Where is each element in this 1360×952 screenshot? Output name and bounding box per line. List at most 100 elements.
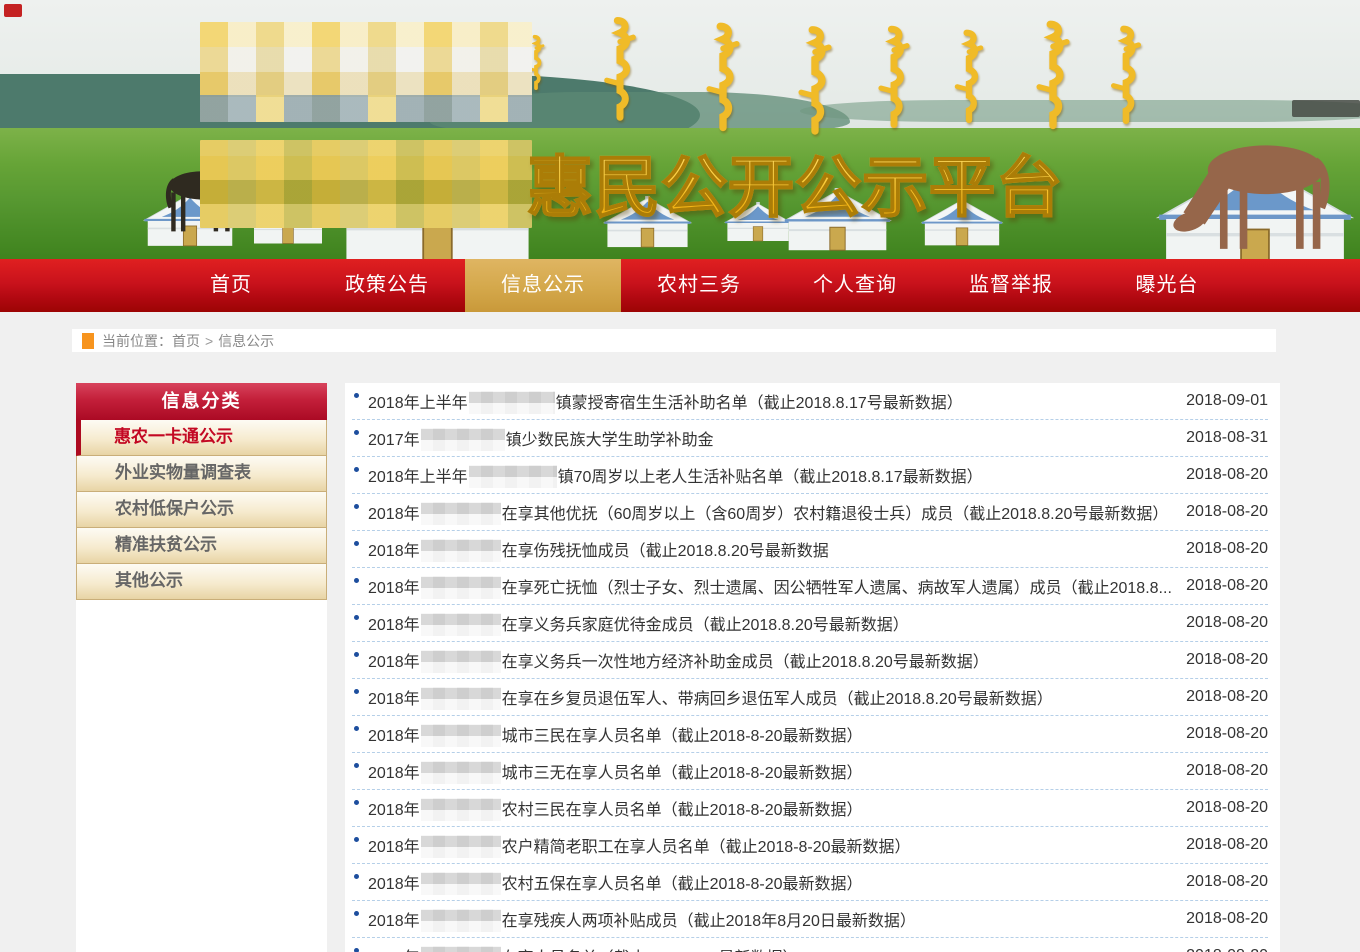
bullet-icon [354,911,359,916]
announcement-date: 2018-08-20 [1186,947,1268,952]
bullet-icon [354,393,359,398]
announcement-link[interactable]: 2018年在享在乡复员退伍军人、带病回乡退伍军人成员（截止2018.8.20号最… [368,685,1172,710]
mongolian-script-icon [700,20,746,132]
announcement-link[interactable]: 2018年农村三民在享人员名单（截止2018-8-20最新数据） [368,796,1172,821]
sidebar-item[interactable]: 其他公示 [76,564,327,600]
announcement-date: 2018-08-20 [1186,725,1268,743]
announcement-date: 2018-08-20 [1186,503,1268,521]
site-title: 惠民公开公示平台 [527,134,1063,230]
censored-text-block [421,650,501,673]
nav-tab-首页[interactable]: 首页 [153,259,309,312]
list-item: 2018年农村五保在享人员名单（截止2018-8-20最新数据） 2018-08… [352,864,1268,901]
horse-icon [1158,118,1358,258]
announcement-link[interactable]: 2018年在享伤残抚恤成员（截止2018.8.20号最新数据 [368,537,1172,562]
main-nav: 首页政策公告信息公示农村三务个人查询监督举报曝光台 [0,259,1360,312]
sidebar-item[interactable]: 外业实物量调查表 [76,456,327,492]
list-item: 2018年在享在乡复员退伍军人、带病回乡退伍军人成员（截止2018.8.20号最… [352,679,1268,716]
nav-tab-农村三务[interactable]: 农村三务 [621,259,777,312]
nav-tab-政策公告[interactable]: 政策公告 [309,259,465,312]
announcement-date: 2018-08-20 [1186,466,1268,484]
censored-text-block [421,428,505,451]
announcement-date: 2018-08-20 [1186,577,1268,595]
sidebar-item[interactable]: 惠农一卡通公示 [76,420,327,456]
breadcrumb-label: 当前位置： [102,331,172,351]
bullet-icon [354,430,359,435]
announcement-link[interactable]: 2018年在享义务兵一次性地方经济补助金成员（截止2018.8.20号最新数据） [368,648,1172,673]
list-item: 2018年在享义务兵家庭优待金成员（截止2018.8.20号最新数据） 2018… [352,605,1268,642]
list-item: 2018年上半年镇70周岁以上老人生活补贴名单（截止2018.8.17最新数据）… [352,457,1268,494]
bullet-icon [354,504,359,509]
bullet-icon [354,541,359,546]
censored-text-block [421,761,501,784]
censored-text-block [421,835,501,858]
list-item: 2018年农户精简老职工在享人员名单（截止2018-8-20最新数据） 2018… [352,827,1268,864]
breadcrumb-home-link[interactable]: 首页 [172,331,200,351]
mongolian-script-icon [1105,24,1147,124]
announcement-link[interactable]: 2018年在享残疾人两项补贴成员（截止2018年8月20日最新数据） [368,907,1172,932]
censored-text-block [421,909,501,932]
announcement-link[interactable]: 2018年上半年镇蒙授寄宿生生活补助名单（截止2018.8.17号最新数据） [368,389,1172,414]
breadcrumb-separator: > [205,333,213,349]
list-item: 2018年在享义务兵一次性地方经济补助金成员（截止2018.8.20号最新数据）… [352,642,1268,679]
censored-text-block [421,613,501,636]
category-sidebar: 信息分类 惠农一卡通公示外业实物量调查表农村低保户公示精准扶贫公示其他公示 [76,383,327,952]
sidebar-title: 信息分类 [76,383,327,420]
sidebar-item[interactable]: 农村低保户公示 [76,492,327,528]
mongolian-script-icon [872,24,916,128]
bullet-icon [354,689,359,694]
mongolian-script-icon [598,14,642,122]
bullet-icon [354,948,359,952]
bullet-icon [354,467,359,472]
list-item: 2018年农村三民在享人员名单（截止2018-8-20最新数据） 2018-08… [352,790,1268,827]
announcement-date: 2018-08-20 [1186,688,1268,706]
nav-spacer [0,259,153,312]
list-item: 2018年城市三无在享人员名单（截止2018-8-20最新数据） 2018-08… [352,753,1268,790]
announcement-link[interactable]: 2018年在享其他优抚（60周岁以上（含60周岁）农村籍退役士兵）成员（截止20… [368,500,1172,525]
list-item: 2018年城市三民在享人员名单（截止2018-8-20最新数据） 2018-08… [352,716,1268,753]
censored-text-block [421,502,501,525]
announcement-date: 2018-09-01 [1186,392,1268,410]
announcement-date: 2018-08-20 [1186,614,1268,632]
censored-text-block [469,391,555,414]
announcement-link[interactable]: 2017年镇少数民族大学生助学补助金 [368,426,1172,451]
censored-text-block [421,798,501,821]
censored-text-block [421,539,501,562]
announcement-link[interactable]: 2018年农村五保在享人员名单（截止2018-8-20最新数据） [368,870,1172,895]
announcement-link[interactable]: 2018年农户精简老职工在享人员名单（截止2018-8-20最新数据） [368,833,1172,858]
nav-tab-监督举报[interactable]: 监督举报 [933,259,1089,312]
censored-text-block [421,946,501,952]
bullet-icon [354,578,359,583]
announcement-link[interactable]: 2018年城市三无在享人员名单（截止2018-8-20最新数据） [368,759,1172,784]
censored-text-block [469,465,557,488]
announcement-date: 2018-08-20 [1186,910,1268,928]
bullet-icon [354,615,359,620]
announcement-link[interactable]: 2018年城市三民在享人员名单（截止2018-8-20最新数据） [368,722,1172,747]
nav-tab-信息公示[interactable]: 信息公示 [465,259,621,312]
bullet-icon [354,800,359,805]
announcement-date: 2018-08-20 [1186,762,1268,780]
announcement-list: 2018年上半年镇蒙授寄宿生生活补助名单（截止2018.8.17号最新数据） 2… [345,383,1280,952]
announcement-link[interactable]: 2018年上半年镇70周岁以上老人生活补贴名单（截止2018.8.17最新数据） [368,463,1172,488]
announcement-date: 2018-08-31 [1186,429,1268,447]
mongolian-script-icon [1030,18,1076,130]
announcement-link[interactable]: 2018年在享义务兵家庭优待金成员（截止2018.8.20号最新数据） [368,611,1172,636]
censored-text-block [421,872,501,895]
nav-tab-个人查询[interactable]: 个人查询 [777,259,933,312]
mongolian-script-icon [792,22,838,137]
content-area: 信息分类 惠农一卡通公示外业实物量调查表农村低保户公示精准扶贫公示其他公示 20… [76,383,1280,952]
announcement-date: 2018-08-20 [1186,799,1268,817]
announcement-date: 2018-08-20 [1186,540,1268,558]
sidebar-item[interactable]: 精准扶贫公示 [76,528,327,564]
censored-block [200,22,532,122]
bullet-icon [354,652,359,657]
announcement-date: 2018-08-20 [1186,873,1268,891]
censored-text-block [421,724,501,747]
nav-tab-曝光台[interactable]: 曝光台 [1089,259,1245,312]
breadcrumb: 当前位置： 首页 > 信息公示 [72,329,1276,352]
list-item: 2017年镇少数民族大学生助学补助金 2018-08-31 [352,420,1268,457]
announcement-link[interactable]: 2018年在享人员名单（截止2018-8-20最新数据） [368,944,1172,952]
announcement-link[interactable]: 2018年在享死亡抚恤（烈士子女、烈士遗属、因公牺牲军人遗属、病故军人遗属）成员… [368,574,1172,599]
breadcrumb-current: 信息公示 [218,331,274,351]
announcement-date: 2018-08-20 [1186,836,1268,854]
corner-marker [4,4,22,17]
